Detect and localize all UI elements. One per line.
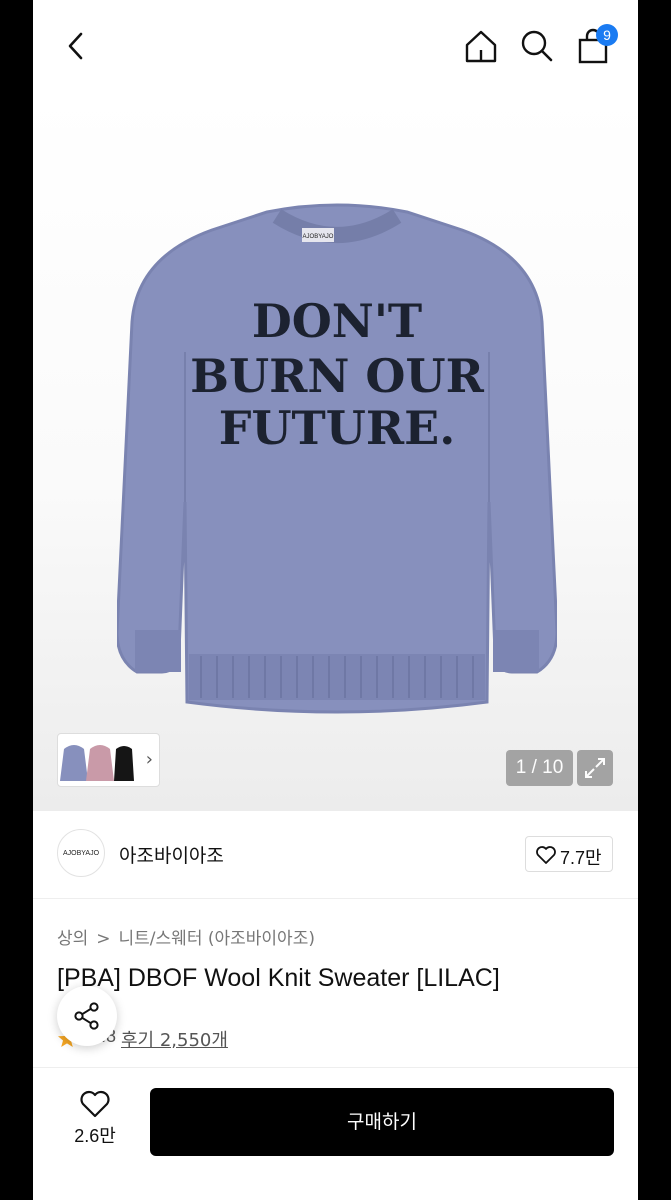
chevron-right-icon: › — [145, 749, 153, 770]
back-button[interactable] — [59, 26, 95, 66]
color-thumbnail-strip[interactable]: › — [57, 733, 160, 787]
share-icon — [74, 1002, 99, 1030]
wishlist-count: 2.6만 — [74, 1126, 116, 1146]
product-image: AJOBYAJO DON'T BURN OUR FUTURE. — [117, 203, 557, 714]
home-icon — [465, 30, 497, 63]
share-button[interactable] — [57, 986, 117, 1046]
product-detail-screen: 9 AJOBYAJO DON'T BURN OUR FUTURE. › 1 / … — [33, 0, 638, 1200]
breadcrumb-category[interactable]: 상의 — [57, 929, 88, 949]
chevron-left-icon — [68, 32, 83, 60]
expand-icon — [585, 758, 605, 778]
print-line-2: BURN OUR — [190, 349, 484, 403]
expand-image-button[interactable] — [577, 750, 613, 786]
image-counter: 1 / 10 — [506, 750, 573, 786]
search-button[interactable] — [517, 26, 557, 66]
bottom-action-bar: 2.6만 구매하기 — [33, 1067, 638, 1200]
buy-button[interactable]: 구매하기 — [150, 1088, 614, 1156]
heart-icon — [80, 1090, 110, 1118]
breadcrumb-subcategory[interactable]: 니트/스웨터 (아조바이아조) — [119, 929, 315, 949]
print-line-3: FUTURE. — [219, 401, 455, 455]
breadcrumb-separator: > — [96, 929, 111, 949]
home-button[interactable] — [461, 26, 501, 66]
brand-like-count: 7.7만 — [560, 848, 602, 868]
review-count-link[interactable]: 후기 2,550개 — [121, 1026, 228, 1052]
thumbnail-images — [60, 745, 134, 781]
breadcrumb: 상의 > 니트/스웨터 (아조바이아조) — [57, 924, 315, 949]
brand-name[interactable]: 아조바이아조 — [119, 841, 224, 868]
wishlist-button[interactable]: 2.6만 — [61, 1090, 129, 1156]
cart-button[interactable]: 9 — [573, 24, 618, 68]
top-navigation-bar: 9 — [33, 0, 638, 92]
cart-count-badge: 9 — [596, 24, 618, 46]
neck-label: AJOBYAJO — [303, 234, 334, 240]
brand-logo[interactable]: AJOBYAJO — [57, 829, 105, 877]
search-icon — [521, 30, 553, 62]
product-image-gallery[interactable]: AJOBYAJO DON'T BURN OUR FUTURE. › 1 / 10 — [33, 92, 638, 811]
brand-like-button[interactable]: 7.7만 — [525, 836, 613, 872]
heart-icon — [536, 846, 556, 864]
print-line-1: DON'T — [252, 294, 422, 348]
product-title: [PBA] DBOF Wool Knit Sweater [LILAC] — [57, 964, 500, 992]
brand-row: AJOBYAJO 아조바이아조 7.7만 — [33, 811, 638, 899]
